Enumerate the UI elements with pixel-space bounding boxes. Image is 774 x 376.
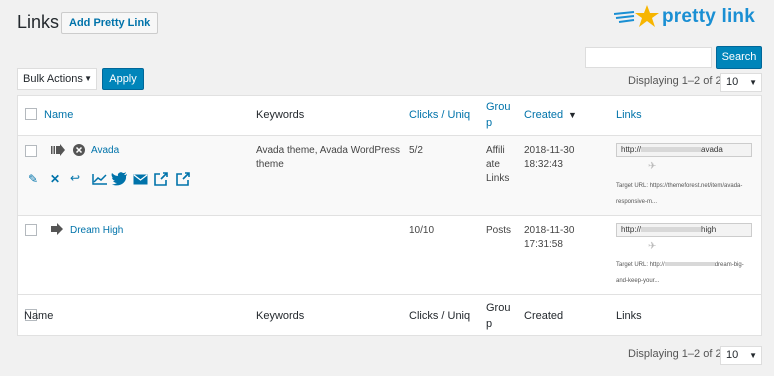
- pretty-url-field[interactable]: http:// avada: [616, 143, 752, 157]
- footer-column-clicks: Clicks / Uniq: [409, 310, 471, 322]
- redirect-arrow-icon: [51, 144, 65, 156]
- url-blurred: [641, 147, 702, 153]
- caret-down-icon: ▼: [749, 351, 757, 360]
- email-icon[interactable]: [133, 174, 148, 185]
- reset-icon[interactable]: ↩: [70, 172, 80, 184]
- displaying-count-top: Displaying 1–2 of 2: [628, 75, 722, 87]
- clicks-link[interactable]: 10/10: [409, 224, 434, 238]
- url-prefix: http://: [621, 225, 642, 234]
- target-url-line2: responsive-m...: [616, 199, 658, 205]
- url-suffix: avada: [701, 145, 723, 154]
- target-url-line1: Target URL: https://themeforest.net/item…: [616, 183, 743, 189]
- per-page-value: 10: [726, 349, 739, 361]
- select-all-checkbox[interactable]: [25, 108, 37, 120]
- row-checkbox[interactable]: [25, 145, 37, 157]
- star-logo-icon: [614, 5, 659, 27]
- per-page-value: 10: [726, 76, 739, 88]
- sort-desc-icon[interactable]: ▼: [568, 110, 577, 120]
- edit-icon[interactable]: ✎: [28, 173, 38, 185]
- row-divider: [18, 215, 761, 216]
- redirect-arrow-icon: [51, 223, 63, 235]
- twitter-icon[interactable]: [111, 172, 128, 186]
- clipboard-icon[interactable]: ✈: [648, 241, 656, 252]
- caret-down-icon: ▼: [84, 74, 92, 83]
- column-clicks-sortable[interactable]: Clicks / Uniq: [409, 109, 470, 121]
- url-blurred: [641, 227, 702, 233]
- created-date: 2018-11-30: [524, 145, 575, 156]
- pretty-url-field[interactable]: http:// high: [616, 223, 752, 237]
- search-input[interactable]: [585, 47, 712, 68]
- url-prefix: http://: [621, 145, 642, 154]
- footer-column-created: Created: [524, 310, 564, 322]
- column-group-line2[interactable]: p: [486, 117, 492, 129]
- pretty-link-logo: pretty link: [614, 4, 755, 30]
- nofollow-icon: [73, 144, 85, 156]
- external-link-icon[interactable]: [154, 172, 168, 186]
- footer-column-keywords: Keywords: [256, 310, 305, 322]
- group-link-line3[interactable]: Links: [486, 172, 509, 186]
- stats-icon[interactable]: [92, 173, 108, 185]
- apply-button[interactable]: Apply: [102, 68, 144, 90]
- delete-icon[interactable]: ✕: [50, 173, 60, 185]
- clicks-link[interactable]: 5/2: [409, 144, 423, 158]
- url-suffix: high: [701, 225, 717, 234]
- column-keywords: Keywords: [256, 109, 305, 121]
- caret-down-icon: ▼: [749, 78, 757, 87]
- target-url-line1: Target URL: http://dream-big-: [616, 262, 744, 268]
- group-link[interactable]: Posts: [486, 224, 511, 238]
- column-name-sortable[interactable]: Name: [44, 109, 73, 121]
- bulk-actions-select[interactable]: Bulk Actions ▼: [17, 68, 97, 90]
- clipboard-icon[interactable]: ✈: [648, 161, 656, 172]
- column-group-line1[interactable]: Grou: [486, 101, 510, 113]
- search-button[interactable]: Search: [716, 46, 762, 69]
- column-created-sortable[interactable]: Created: [524, 109, 563, 121]
- displaying-count-bottom: Displaying 1–2 of 2: [628, 348, 722, 360]
- row-checkbox[interactable]: [25, 224, 37, 236]
- footer-column-group-line1: Grou: [486, 302, 511, 314]
- group-link-line1[interactable]: Affili: [486, 144, 505, 158]
- logo-text: pretty link: [662, 6, 755, 27]
- column-links-sortable[interactable]: Links: [616, 109, 642, 121]
- created-date: 2018-11-30: [524, 225, 575, 236]
- bulk-actions-value: Bulk Actions: [23, 73, 83, 85]
- footer-column-name: Name: [24, 310, 54, 322]
- created-time: 18:32:43: [524, 159, 563, 170]
- page-title: Links: [17, 12, 60, 32]
- per-page-select-bottom[interactable]: 10 ▼: [720, 346, 762, 365]
- created-time: 17:31:58: [524, 239, 563, 250]
- group-link-line2[interactable]: ate: [486, 158, 500, 172]
- add-pretty-link-button[interactable]: Add Pretty Link: [61, 12, 159, 34]
- footer-divider: [18, 294, 761, 295]
- footer-column-links: Links: [616, 310, 642, 322]
- footer-column-group-line2: p: [486, 318, 493, 330]
- per-page-select-top[interactable]: 10 ▼: [720, 73, 762, 92]
- keywords-line2: theme: [256, 159, 284, 170]
- link-name-dream-high[interactable]: Dream High: [70, 225, 123, 236]
- keywords-line1: Avada theme, Avada WordPress: [256, 145, 400, 156]
- external-target-link-icon[interactable]: [176, 172, 190, 186]
- target-url-line2: and-keep-your...: [616, 278, 660, 284]
- link-name-avada[interactable]: Avada: [91, 145, 119, 156]
